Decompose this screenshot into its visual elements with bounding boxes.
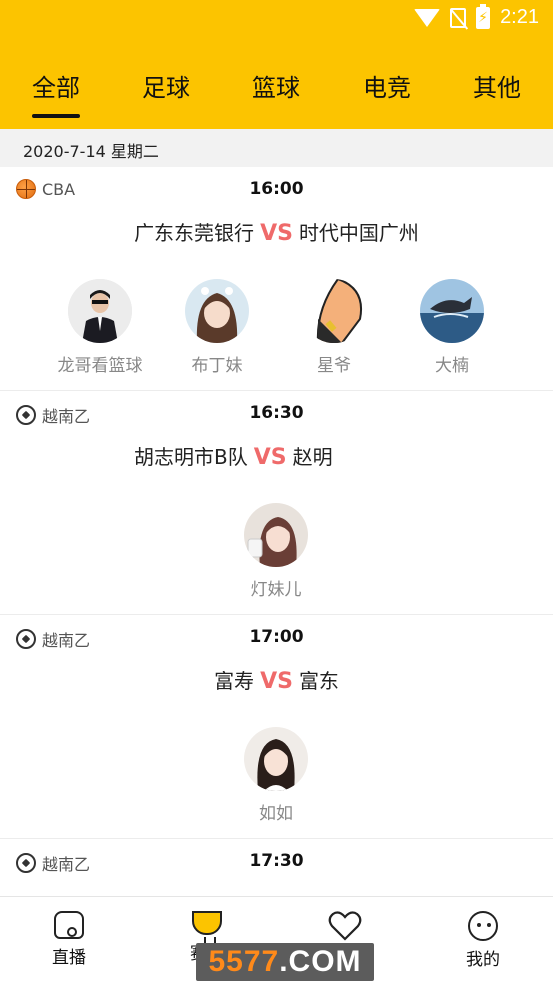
status-bar: ⚡ 2:21 (0, 0, 553, 38)
tab-football[interactable]: 足球 (142, 68, 190, 103)
nav-label: 我的 (466, 950, 500, 970)
anchor-list: 如如 (0, 727, 553, 827)
avatar (244, 727, 308, 791)
category-tabs: 全部 足球 篮球 电竞 其他 (0, 58, 553, 118)
match-card[interactable]: 越南乙 17:30 (0, 839, 553, 899)
anchor-name: 龙哥看篮球 (57, 356, 143, 376)
match-teams: 胡志明市B队 VS 赵明 (0, 441, 553, 470)
anchor-name: 如如 (259, 804, 293, 824)
nav-profile[interactable]: 我的 (433, 911, 533, 970)
anchor-item[interactable]: 灯妹儿 (226, 503, 326, 600)
tab-basketball[interactable]: 篮球 (252, 68, 300, 103)
match-time: 17:30 (249, 851, 304, 871)
home-team: 富寿 (214, 669, 255, 693)
away-team: 富东 (298, 669, 339, 693)
avatar (68, 279, 132, 343)
home-live-icon (54, 911, 84, 939)
status-time: 2:21 (500, 6, 539, 28)
anchor-list: 龙哥看篮球 布丁妹 星爷 大楠 (0, 279, 553, 379)
vs-label: VS (260, 669, 293, 694)
anchor-name: 大楠 (435, 356, 469, 376)
tab-other[interactable]: 其他 (473, 68, 521, 103)
home-team: 胡志明市B队 (134, 445, 248, 469)
match-time: 16:30 (249, 403, 304, 423)
match-teams: 广东东莞银行 VS 时代中国广州 (0, 217, 553, 246)
status-icons: ⚡ 2:21 (414, 3, 539, 29)
anchor-list: 灯妹儿 (0, 503, 553, 603)
anchor-item[interactable]: 如如 (226, 727, 326, 824)
anchor-item[interactable]: 布丁妹 (167, 279, 267, 376)
battery-charging-icon: ⚡ (476, 3, 491, 29)
tab-esports[interactable]: 电竞 (363, 68, 411, 103)
avatar (302, 279, 366, 343)
avatar (185, 279, 249, 343)
away-team: 赵明 (292, 445, 333, 469)
match-card[interactable]: CBA 16:00 广东东莞银行VS时代中国广州 龙哥看篮球 布丁妹 星爷 (0, 167, 553, 391)
anchor-item[interactable]: 大楠 (402, 279, 502, 376)
vs-label: VS (253, 445, 287, 470)
date-header: 2020-7-14 星期二 (0, 129, 553, 167)
match-card[interactable]: 越南乙 16:30 胡志明市B队 VS 赵明 灯妹儿 (0, 391, 553, 615)
anchor-name: 灯妹儿 (250, 580, 302, 600)
date-label: 2020-7-14 星期二 (23, 142, 159, 161)
watermark-number: 5577 (208, 945, 280, 978)
match-time: 16:00 (249, 179, 304, 199)
vs-label: VS (260, 221, 293, 246)
match-time: 17:00 (249, 627, 304, 647)
watermark-text: 5577.COM (196, 943, 374, 981)
anchor-name: 布丁妹 (191, 356, 243, 376)
heart-icon (328, 911, 362, 941)
anchor-item[interactable]: 龙哥看篮球 (50, 279, 150, 376)
nav-live[interactable]: 直播 (19, 911, 119, 968)
trophy-icon (192, 911, 222, 945)
profile-face-icon (468, 911, 498, 941)
tab-all[interactable]: 全部 (32, 68, 80, 118)
app-header: ⚡ 2:21 全部 足球 篮球 电竞 其他 (0, 0, 553, 129)
avatar (420, 279, 484, 343)
anchor-name: 星爷 (317, 356, 351, 376)
anchor-item[interactable]: 星爷 (284, 279, 384, 376)
watermark-domain: .COM (279, 945, 362, 978)
away-team: 时代中国广州 (298, 221, 419, 245)
wifi-icon (414, 8, 441, 27)
watermark: 5577.COM (196, 943, 374, 981)
no-sim-icon (450, 7, 467, 28)
match-teams: 富寿 VS 富东 (0, 665, 553, 694)
nav-label: 直播 (52, 948, 86, 968)
avatar (244, 503, 308, 567)
home-team: 广东东莞银行 (134, 221, 255, 245)
match-card[interactable]: 越南乙 17:00 富寿 VS 富东 如如 (0, 615, 553, 839)
